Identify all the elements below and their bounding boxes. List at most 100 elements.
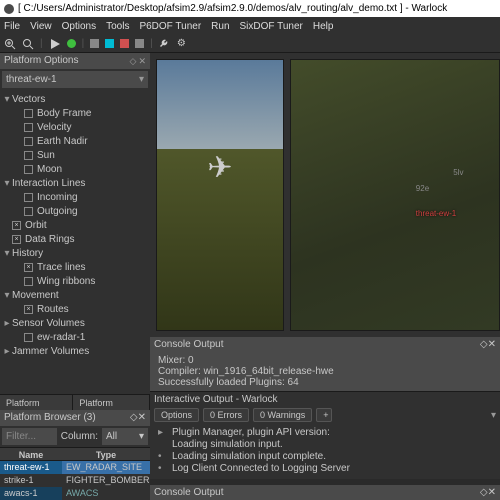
checkbox[interactable]	[24, 277, 33, 286]
bullet-icon: •	[158, 463, 166, 475]
play-icon[interactable]	[49, 38, 61, 50]
tree-item[interactable]: ▸Jammer Volumes	[0, 344, 150, 358]
tree-item[interactable]: ▾Movement	[0, 288, 150, 302]
collapse-icon[interactable]: ▸	[158, 427, 166, 439]
tree-item[interactable]: Sun	[0, 148, 150, 162]
checkbox[interactable]	[24, 165, 33, 174]
menu-run[interactable]: Run	[211, 21, 229, 32]
cyan-icon[interactable]	[105, 39, 114, 48]
panel-float-icon[interactable]: ◇	[480, 339, 488, 350]
waypoint-label: 5lv	[453, 168, 463, 177]
window-title: [ C:/Users/Administrator/Desktop/afsim2.…	[18, 0, 447, 17]
console-body: Mixer: 0 Compiler: win_1916_64bit_releas…	[150, 352, 500, 391]
panel-float-icon[interactable]: ◇	[130, 412, 138, 423]
checkbox[interactable]	[24, 263, 33, 272]
tree-item[interactable]: Outgoing	[0, 204, 150, 218]
menu-view[interactable]: View	[30, 21, 52, 32]
chevron-down-icon[interactable]: ▾	[491, 410, 496, 421]
green-dot-icon[interactable]	[67, 39, 76, 48]
platform-selector[interactable]: threat-ew-1▾	[2, 71, 148, 88]
settings-icon[interactable]: ⚙	[177, 38, 189, 50]
menu-sixdof[interactable]: SixDOF Tuner	[240, 21, 303, 32]
panel-close-icon[interactable]: ✕	[138, 412, 146, 423]
checkbox[interactable]	[24, 137, 33, 146]
tree-item[interactable]: Routes	[0, 302, 150, 316]
tree-item[interactable]: Data Rings	[0, 232, 150, 246]
io-tab-errors[interactable]: 0 Errors	[203, 408, 249, 422]
tree-item[interactable]: Incoming	[0, 190, 150, 204]
twisty-icon[interactable]: ▾	[2, 290, 12, 301]
table-row[interactable]: awacs-1AWACS	[0, 487, 150, 500]
twisty-icon[interactable]: ▾	[2, 248, 12, 259]
red-icon[interactable]	[120, 39, 129, 48]
tab-platform-details[interactable]: Platform Details	[0, 395, 73, 410]
menu-options[interactable]: Options	[62, 21, 96, 32]
tree-label: Vectors	[12, 94, 45, 105]
tree-item[interactable]: ▾Interaction Lines	[0, 176, 150, 190]
menu-p6dof[interactable]: P6DOF Tuner	[139, 21, 201, 32]
checkbox[interactable]	[24, 123, 33, 132]
menu-tools[interactable]: Tools	[106, 21, 129, 32]
tree-label: Earth Nadir	[37, 136, 88, 147]
table-row[interactable]: strike-1FIGHTER_BOMBER	[0, 474, 150, 487]
panel-float-icon[interactable]: ◇	[130, 56, 137, 66]
viewport-3d-chase[interactable]: ✈	[156, 59, 284, 331]
tree-item[interactable]: Velocity	[0, 120, 150, 134]
panel-close-icon[interactable]: ✕	[488, 487, 496, 498]
tree-item[interactable]: ▾Vectors	[0, 92, 150, 106]
tree-item[interactable]: Moon	[0, 162, 150, 176]
tree-item[interactable]: ew-radar-1	[0, 330, 150, 344]
checkbox[interactable]	[24, 109, 33, 118]
panel-float-icon[interactable]: ◇	[480, 487, 488, 498]
panel-close-icon[interactable]: ✕	[138, 56, 146, 66]
menu-help[interactable]: Help	[313, 21, 334, 32]
threat-label: threat-ew-1	[416, 209, 456, 218]
gray-icon[interactable]	[135, 39, 144, 48]
tree-item[interactable]: Trace lines	[0, 260, 150, 274]
filter-input[interactable]: Filter...	[2, 428, 57, 445]
checkbox[interactable]	[24, 333, 33, 342]
tree-item[interactable]: Earth Nadir	[0, 134, 150, 148]
menubar: File View Options Tools P6DOF Tuner Run …	[0, 17, 500, 35]
app-icon	[4, 4, 14, 14]
twisty-icon[interactable]: ▸	[2, 346, 12, 357]
checkbox[interactable]	[24, 151, 33, 160]
tree-item[interactable]: Wing ribbons	[0, 274, 150, 288]
io-tab-warnings[interactable]: 0 Warnings	[253, 408, 312, 422]
checkbox[interactable]	[12, 221, 21, 230]
twisty-icon[interactable]: ▾	[2, 178, 12, 189]
tree-label: Data Rings	[25, 234, 74, 245]
tree-item[interactable]: ▾History	[0, 246, 150, 260]
tree-item[interactable]: Body Frame	[0, 106, 150, 120]
panel-close-icon[interactable]: ✕	[488, 339, 496, 350]
table-row[interactable]: threat-ew-1EW_RADAR_SITE	[0, 461, 150, 474]
twisty-icon[interactable]: ▸	[2, 318, 12, 329]
tree-item[interactable]: Orbit	[0, 218, 150, 232]
io-tab-add[interactable]: +	[316, 408, 332, 422]
chevron-down-icon: ▾	[139, 428, 144, 445]
checkbox[interactable]	[12, 235, 21, 244]
console-header: Console Output ◇✕	[150, 337, 500, 352]
io-tab-options[interactable]: Options	[154, 408, 199, 422]
tree-label: Velocity	[37, 122, 71, 133]
tab-platform-options[interactable]: Platform Options	[73, 395, 150, 410]
column-select[interactable]: All▾	[102, 428, 148, 445]
column-label: Column:	[57, 428, 102, 445]
twisty-icon[interactable]: ▾	[2, 94, 12, 105]
search-icon[interactable]	[22, 38, 34, 50]
tree-item[interactable]: ▸Sensor Volumes	[0, 316, 150, 330]
tree-label: Jammer Volumes	[12, 346, 89, 357]
panel-tabs: Platform Details Platform Options	[0, 394, 150, 410]
tree-label: Sensor Volumes	[12, 318, 85, 329]
grid-icon[interactable]	[90, 39, 99, 48]
checkbox[interactable]	[24, 193, 33, 202]
tree-label: Outgoing	[37, 206, 78, 217]
menu-file[interactable]: File	[4, 21, 20, 32]
zoom-icon[interactable]	[4, 38, 16, 50]
tree-label: Wing ribbons	[37, 276, 95, 287]
checkbox[interactable]	[24, 207, 33, 216]
wrench-icon[interactable]	[159, 38, 171, 50]
checkbox[interactable]	[24, 305, 33, 314]
tree-label: Body Frame	[37, 108, 91, 119]
viewport-3d-map[interactable]: 92e 5lv threat-ew-1	[290, 59, 500, 331]
